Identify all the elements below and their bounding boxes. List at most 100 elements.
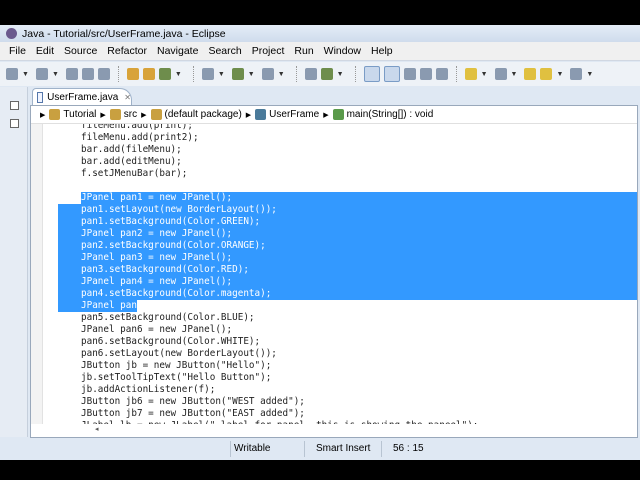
- code-line[interactable]: JButton jb6 = new JButton("WEST added");: [31, 396, 637, 408]
- code-line[interactable]: JLabel lb = new JLabel(" label for panel…: [31, 420, 637, 424]
- code-line[interactable]: JPanel pan5 = new JPanel();: [31, 300, 637, 312]
- show-source-icon[interactable]: [419, 68, 432, 80]
- breadcrumb-label: UserFrame: [269, 109, 320, 120]
- new-class-icon[interactable]: [320, 68, 333, 80]
- tab-userframe-java[interactable]: UserFrame.java ✕: [32, 88, 132, 105]
- code-line[interactable]: pan1.setLayout(new BorderLayout());: [31, 204, 637, 216]
- new-project-icon[interactable]: [35, 68, 48, 80]
- menu-bar: File Edit Source Refactor Navigate Search Proj…: [0, 42, 640, 61]
- menu-help[interactable]: Help: [366, 45, 398, 57]
- code-text: JLabel lb = new JLabel(" label for panel…: [81, 420, 478, 424]
- code-area[interactable]: fileMenu.add(print); fileMenu.add(print2)…: [31, 120, 637, 424]
- code-line[interactable]: [31, 180, 637, 192]
- mark-occurrences-icon[interactable]: [383, 66, 400, 82]
- run-icon[interactable]: [231, 68, 244, 80]
- menu-edit[interactable]: Edit: [31, 45, 59, 57]
- print-icon[interactable]: [97, 68, 110, 80]
- menu-search[interactable]: Search: [203, 45, 246, 57]
- open-type-icon[interactable]: [126, 68, 139, 80]
- code-line[interactable]: JButton jb = new JButton("Hello");: [31, 360, 637, 372]
- external-tools-icon[interactable]: [261, 68, 274, 80]
- code-text: bar.add(editMenu);: [81, 156, 182, 167]
- block-selection-icon[interactable]: [403, 68, 416, 80]
- last-edit-icon[interactable]: [524, 68, 537, 80]
- code-text: JPanel pan1 = new JPanel();: [81, 192, 233, 203]
- code-line[interactable]: JPanel pan2 = new JPanel();: [31, 228, 637, 240]
- code-text: pan4.setBackground(Color.magenta);: [81, 288, 272, 299]
- eclipse-window: Java - Tutorial/src/UserFrame.java - Ecl…: [0, 25, 640, 460]
- code-line[interactable]: fileMenu.add(print2);: [31, 132, 637, 144]
- menu-file[interactable]: File: [4, 45, 31, 57]
- forward-icon[interactable]: [570, 68, 583, 80]
- save-icon[interactable]: [65, 68, 78, 80]
- breadcrumb-item-icon: [255, 109, 267, 120]
- maximize-icon[interactable]: [10, 119, 19, 128]
- code-line[interactable]: pan5.setBackground(Color.BLUE);: [31, 312, 637, 324]
- breadcrumb-item[interactable]: main(String[]) : void: [332, 109, 433, 120]
- code-line[interactable]: bar.add(editMenu);: [31, 156, 637, 168]
- save-all-icon[interactable]: [81, 68, 94, 80]
- toggle-breadcrumb-icon[interactable]: [363, 66, 380, 82]
- code-line[interactable]: f.setJMenuBar(bar);: [31, 168, 637, 180]
- code-text: pan1.setBackground(Color.GREEN);: [81, 216, 261, 227]
- code-text: JButton jb7 = new JButton("EAST added");: [81, 408, 305, 419]
- new-icon[interactable]: [6, 68, 18, 80]
- code-line[interactable]: JPanel pan1 = new JPanel();: [31, 192, 637, 204]
- new-java-package-icon[interactable]: [304, 68, 317, 80]
- menu-refactor[interactable]: Refactor: [102, 45, 152, 57]
- previous-annotation-icon[interactable]: [494, 68, 507, 80]
- horizontal-scrollbar[interactable]: ◂: [45, 425, 635, 437]
- code-text: pan6.setBackground(Color.WHITE);: [81, 336, 261, 347]
- chevron-right-icon: ▶: [141, 111, 147, 119]
- vertical-ruler: [31, 124, 43, 424]
- menu-window[interactable]: Window: [319, 45, 366, 57]
- breadcrumb-item[interactable]: (default package): [150, 109, 242, 120]
- code-line[interactable]: pan6.setBackground(Color.WHITE);: [31, 336, 637, 348]
- chevron-right-icon: ▶: [323, 111, 329, 119]
- code-line[interactable]: pan6.setLayout(new BorderLayout());: [31, 348, 637, 360]
- code-line[interactable]: JPanel pan6 = new JPanel();: [31, 324, 637, 336]
- menu-run[interactable]: Run: [289, 45, 318, 57]
- code-text: pan5.setBackground(Color.BLUE);: [81, 312, 255, 323]
- breadcrumb-label: (default package): [164, 109, 242, 120]
- code-text: pan6.setLayout(new BorderLayout());: [81, 348, 277, 359]
- code-text: pan3.setBackground(Color.RED);: [81, 264, 249, 275]
- menu-project[interactable]: Project: [247, 45, 290, 57]
- code-text: JPanel pan3 = new JPanel();: [81, 252, 233, 263]
- code-line[interactable]: pan1.setBackground(Color.GREEN);: [31, 216, 637, 228]
- menu-navigate[interactable]: Navigate: [152, 45, 203, 57]
- code-text: pan2.setBackground(Color.ORANGE);: [81, 240, 266, 251]
- back-icon[interactable]: [540, 68, 553, 80]
- breadcrumb-item[interactable]: Tutorial: [49, 109, 96, 120]
- status-cursor-position: 56 : 15: [393, 443, 424, 454]
- code-line[interactable]: pan4.setBackground(Color.magenta);: [31, 288, 637, 300]
- code-line[interactable]: pan2.setBackground(Color.ORANGE);: [31, 240, 637, 252]
- editor-tabs: UserFrame.java ✕: [30, 86, 640, 105]
- show-whitespace-icon[interactable]: [435, 68, 448, 80]
- code-line[interactable]: pan3.setBackground(Color.RED);: [31, 264, 637, 276]
- code-line[interactable]: JButton jb7 = new JButton("EAST added");: [31, 408, 637, 420]
- breadcrumb-item[interactable]: src: [109, 109, 137, 120]
- restore-icon[interactable]: [10, 101, 19, 110]
- breadcrumb-item[interactable]: UserFrame: [255, 109, 319, 120]
- code-line[interactable]: jb.setToolTipText("Hello Button");: [31, 372, 637, 384]
- tab-label: UserFrame.java: [47, 91, 119, 103]
- code-editor[interactable]: fileMenu.add(print); fileMenu.add(print2)…: [30, 105, 638, 438]
- code-line[interactable]: bar.add(fileMenu);: [31, 144, 637, 156]
- code-text: fileMenu.add(print2);: [81, 132, 199, 143]
- status-writable: Writable: [234, 443, 271, 454]
- java-file-icon: [37, 91, 44, 103]
- status-insert-mode: Smart Insert: [316, 443, 371, 454]
- search-icon[interactable]: [158, 68, 171, 80]
- code-line[interactable]: jb.addActionListener(f);: [31, 384, 637, 396]
- debug-icon[interactable]: [201, 68, 214, 80]
- breadcrumb-label: Tutorial: [63, 109, 97, 120]
- code-text: JPanel pan6 = new JPanel();: [81, 324, 233, 335]
- open-task-icon[interactable]: [142, 68, 155, 80]
- breadcrumb-item-icon: [109, 109, 121, 120]
- menu-source[interactable]: Source: [59, 45, 102, 57]
- code-line[interactable]: JPanel pan3 = new JPanel();: [31, 252, 637, 264]
- code-line[interactable]: JPanel pan4 = new JPanel();: [31, 276, 637, 288]
- next-annotation-icon[interactable]: [464, 68, 477, 80]
- close-icon[interactable]: ✕: [124, 93, 131, 102]
